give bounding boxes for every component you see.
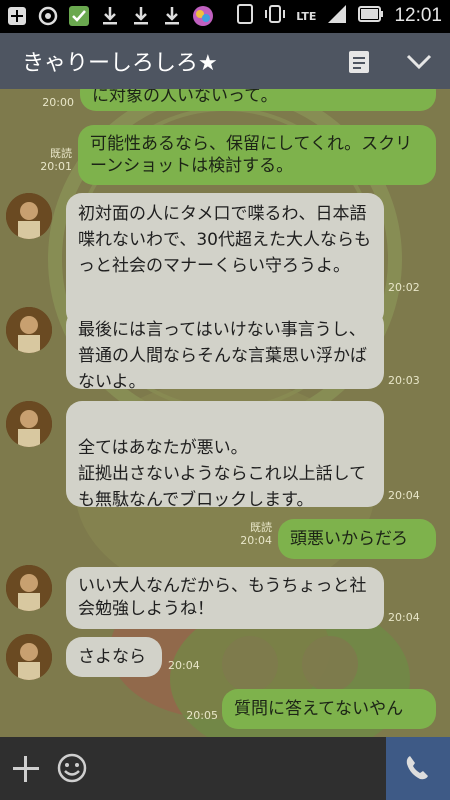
avatar[interactable] (6, 634, 52, 680)
message-text: 初対面の人にタメ口で喋るわ、日本語喋れないわで、30代超えた大人ならもっと社会の… (78, 204, 371, 276)
download-icon (130, 5, 152, 27)
message-time: 20:05 (186, 709, 218, 722)
app-shield-icon (68, 5, 90, 27)
message-meta: 20:05 (174, 709, 218, 722)
message-meta: 20:04 (388, 489, 428, 502)
message-bubble-outgoing[interactable]: 質問に答えてないやん (222, 689, 436, 729)
message-meta: 20:03 (388, 374, 428, 387)
avatar[interactable] (6, 193, 52, 239)
avatar[interactable] (6, 307, 52, 353)
message-meta: 20:02 (388, 281, 428, 294)
message-bubble-outgoing[interactable]: 頭悪いからだろ (278, 519, 436, 559)
app-badge-icon (192, 5, 214, 27)
message-text: 頭悪いからだろ (290, 529, 408, 549)
message-text: 最後には言ってはいけない事言うし、普通の人間ならそんな言葉思い浮かばないよ。 (78, 320, 367, 392)
message-time: 20:04 (388, 611, 420, 624)
message-meta: 既読 20:01 (28, 147, 72, 173)
message-meta: 20:04 (388, 611, 428, 624)
status-bar: LTE 12:01 (0, 0, 450, 33)
message-text: いい大人なんだから、もうちょっと社会勉強しようね！ (78, 576, 367, 619)
chat-title: きゃりーしろしろ★ (22, 51, 218, 76)
message-bubble-incoming[interactable]: さよなら (66, 637, 162, 677)
input-bar (0, 737, 450, 800)
message-meta: 既読 20:04 (228, 521, 272, 547)
download-icon (161, 5, 183, 27)
avatar[interactable] (6, 401, 52, 447)
add-notification-icon (6, 5, 28, 27)
message-time: 20:04 (168, 659, 200, 672)
battery-icon (358, 6, 384, 26)
message-time: 20:00 (42, 96, 74, 109)
phone-icon (406, 756, 428, 780)
message-time: 20:04 (388, 489, 420, 502)
message-meta: 20:00 (30, 96, 74, 109)
read-receipt: 既読 (50, 147, 72, 160)
message-time: 20:02 (388, 281, 420, 294)
lte-label: LTE (296, 9, 317, 23)
message-time: 20:04 (240, 534, 272, 547)
message-meta: 20:04 (168, 659, 208, 672)
chat-area[interactable]: に対象の人いないって。 20:00 可能性あるなら、保留にしてくれ。スクリーンシ… (0, 89, 450, 737)
sync-icon (37, 5, 59, 27)
message-time: 20:01 (40, 160, 72, 173)
message-bubble-outgoing[interactable]: 可能性あるなら、保留にしてくれ。スクリーンショットは検討する。 (78, 125, 436, 185)
message-bubble-incoming[interactable]: 全てはあなたが悪い。 証拠出さないようならこれ以上話しても無駄なんでブロックしま… (66, 401, 384, 510)
chat-header: きゃりーしろしろ★ (0, 33, 450, 89)
message-bubble-incoming[interactable]: 初対面の人にタメ口で喋るわ、日本語喋れないわで、30代超えた大人ならもっと社会の… (66, 193, 384, 327)
avatar[interactable] (6, 565, 52, 611)
emoji-icon[interactable] (56, 752, 88, 784)
call-button[interactable] (386, 737, 450, 800)
signal-icon (326, 4, 348, 28)
message-text: さよなら (78, 647, 146, 667)
message-time: 20:03 (388, 374, 420, 387)
message-text: 可能性あるなら、保留にしてくれ。スクリーンショットは検討する。 (90, 134, 413, 176)
message-text: 全てはあなたが悪い。 証拠出さないようならこれ以上話しても無駄なんでブロックしま… (78, 438, 367, 510)
message-bubble-incoming[interactable]: いい大人なんだから、もうちょっと社会勉強しようね！ (66, 567, 384, 629)
screen-icon (236, 4, 254, 28)
message-bubble-incoming[interactable]: 最後には言ってはいけない事言うし、普通の人間ならそんな言葉思い浮かばないよ。 (66, 309, 384, 392)
message-text: 質問に答えてないやん (234, 699, 404, 719)
vibrate-icon (264, 4, 286, 28)
clock: 12:01 (394, 5, 442, 26)
message-bubble-outgoing[interactable]: に対象の人いないって。 (80, 89, 436, 111)
plus-icon[interactable] (10, 753, 42, 785)
message-text: に対象の人いないって。 (92, 89, 278, 106)
note-icon[interactable] (348, 50, 370, 74)
read-receipt: 既読 (250, 521, 272, 534)
chevron-down-icon[interactable] (404, 49, 434, 73)
download-icon (99, 5, 121, 27)
